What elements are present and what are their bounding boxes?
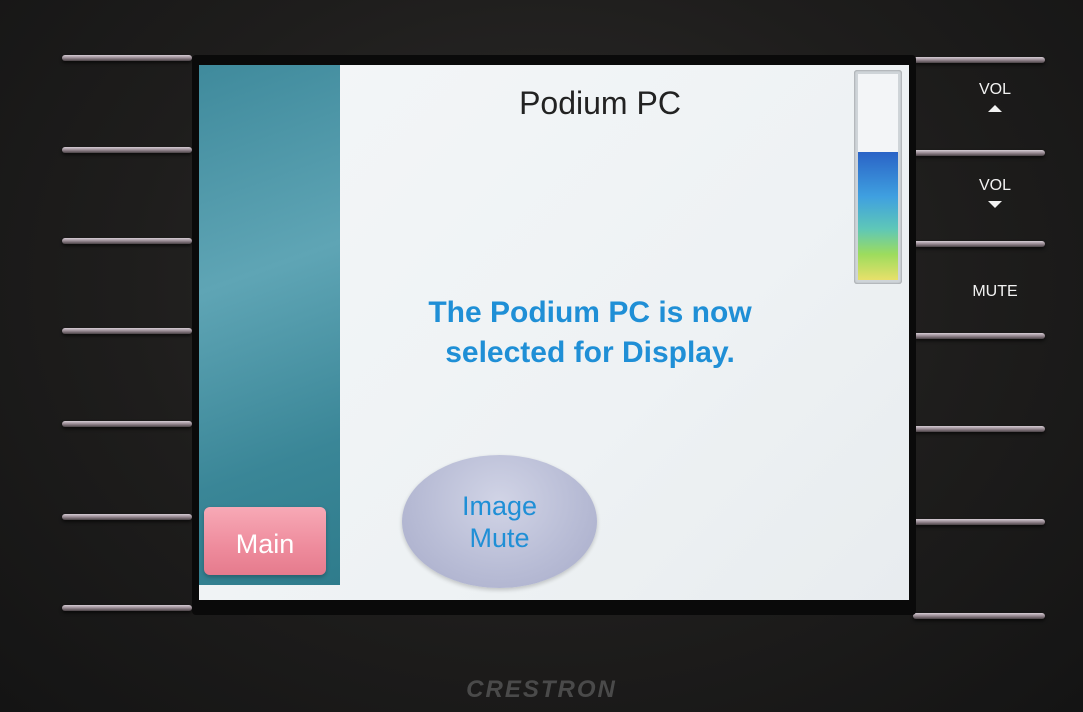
volume-track	[858, 74, 898, 280]
main-button[interactable]: Main	[204, 507, 326, 575]
right-hard-button-4[interactable]	[913, 333, 1045, 339]
status-message-line-1: The Podium PC is now	[428, 296, 752, 329]
page-title: Podium PC	[519, 85, 681, 121]
vol-down-label: VOL	[978, 177, 1011, 194]
vol-up-button[interactable]: VOL	[950, 81, 1040, 112]
image-mute-button[interactable]: Image Mute	[402, 455, 597, 588]
touch-screen: Podium PC The Podium PC is now selected …	[199, 65, 909, 600]
left-hard-button-6[interactable]	[62, 514, 192, 520]
triangle-down-icon	[988, 201, 1002, 208]
volume-level-fill	[858, 152, 898, 280]
right-hard-button-6[interactable]	[913, 519, 1045, 525]
volume-meter[interactable]	[854, 70, 902, 284]
left-hard-button-5[interactable]	[62, 421, 192, 427]
left-hard-button-4[interactable]	[62, 328, 192, 334]
right-hard-button-5[interactable]	[913, 426, 1045, 432]
mute-label: MUTE	[972, 283, 1018, 300]
vol-up-label: VOL	[978, 81, 1011, 98]
image-mute-label-line-2: Mute	[469, 522, 530, 553]
touch-panel: VOL VOL MUTE Podium PC The Podium PC is …	[0, 0, 1083, 712]
left-hard-button-1[interactable]	[62, 55, 192, 61]
status-message: The Podium PC is now selected for Displa…	[340, 293, 840, 373]
status-message-line-2: selected for Display.	[445, 336, 735, 369]
left-hard-button-2[interactable]	[62, 147, 192, 153]
right-hard-button-3[interactable]	[913, 241, 1045, 247]
mute-button[interactable]: MUTE	[950, 283, 1040, 301]
left-hard-button-7[interactable]	[62, 605, 192, 611]
right-hard-button-2[interactable]	[913, 150, 1045, 156]
vol-down-button[interactable]: VOL	[950, 177, 1040, 208]
image-mute-label-line-1: Image	[461, 490, 538, 521]
right-hard-button-1[interactable]	[913, 57, 1045, 63]
right-hard-button-7[interactable]	[913, 613, 1045, 619]
left-hard-button-3[interactable]	[62, 238, 192, 244]
brand-logo: CRESTRON	[466, 676, 617, 703]
triangle-up-icon	[988, 105, 1002, 112]
